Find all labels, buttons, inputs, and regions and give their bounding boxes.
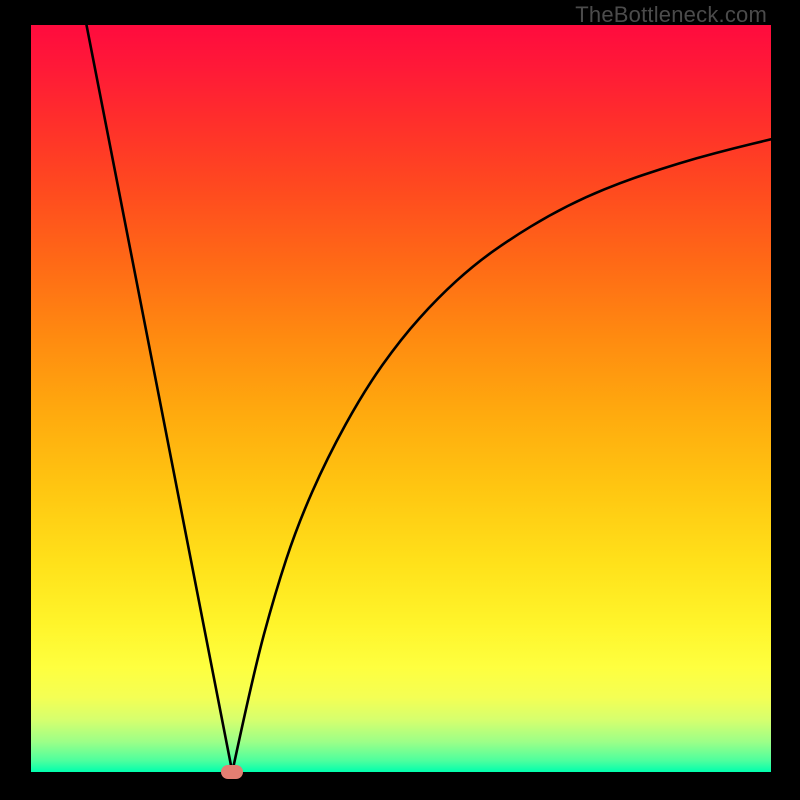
curve-overlay [0, 0, 800, 800]
minimum-marker [221, 765, 243, 778]
curve-right-branch [232, 139, 771, 772]
curve-left-branch [87, 25, 233, 772]
chart-frame: TheBottleneck.com [0, 0, 800, 800]
